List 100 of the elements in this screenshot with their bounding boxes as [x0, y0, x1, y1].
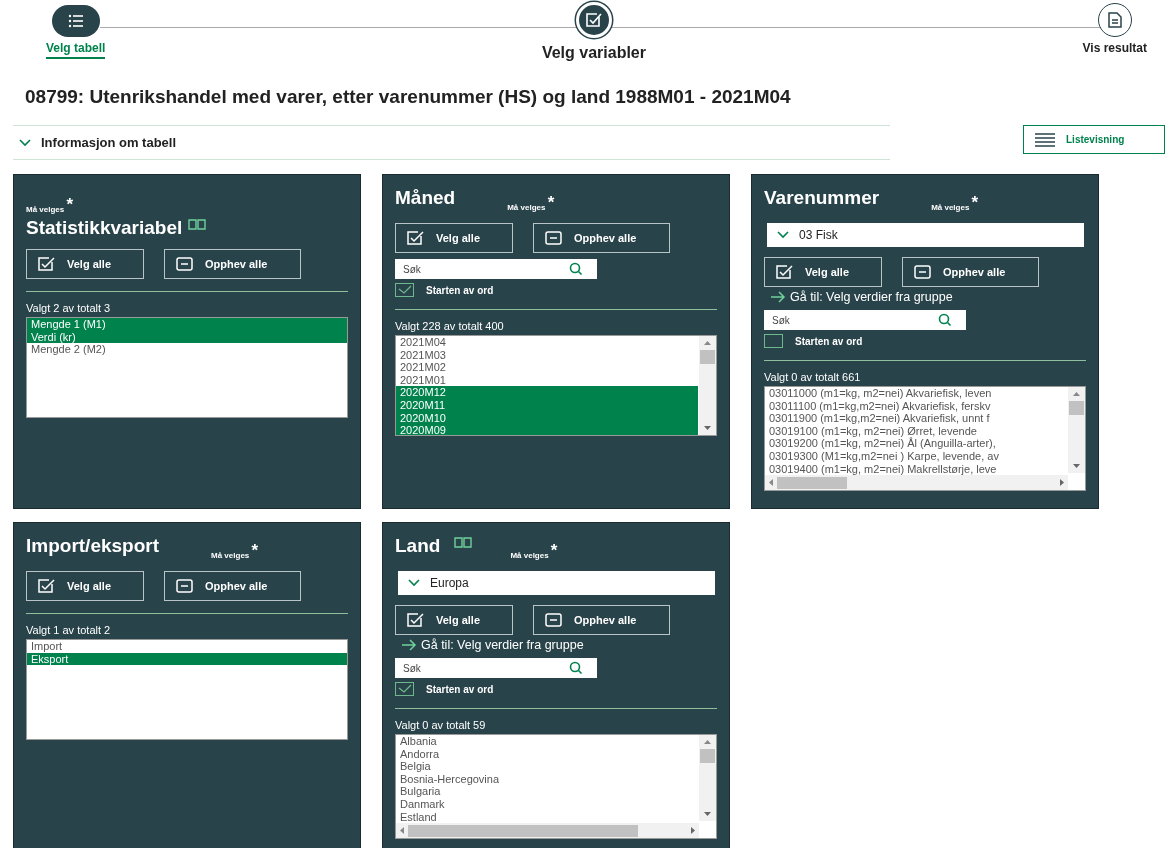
- chevron-icon: [408, 579, 420, 587]
- list-option[interactable]: 03019300 (M1=kg,m2=nei ) Karpe, levende, av: [765, 449, 1067, 463]
- scroll-thumb[interactable]: [777, 476, 847, 489]
- minus-box-icon: [913, 264, 933, 280]
- value-listbox[interactable]: Import Eksport: [26, 639, 348, 740]
- list-option[interactable]: 03019400 (m1=kg, m2=nei) Makrellstørje, leve: [765, 462, 1067, 476]
- minus-box-icon: [175, 256, 195, 272]
- list-option[interactable]: Bulgaria: [396, 785, 698, 798]
- list-option[interactable]: Eksport: [27, 652, 347, 666]
- list-icon[interactable]: [51, 5, 100, 37]
- step-label[interactable]: Vis resultat: [1082, 41, 1147, 55]
- goto-group-link[interactable]: Gå til: Velg verdier fra gruppe: [770, 290, 953, 304]
- chevron-icon: [19, 138, 31, 147]
- list-option[interactable]: Bosnia-Hercegovina: [396, 772, 698, 786]
- deselect-all-button[interactable]: Opphev alle: [533, 605, 670, 635]
- step-label[interactable]: Velg tabell: [46, 41, 106, 59]
- info-toggle[interactable]: Informasjon om tabell: [13, 125, 890, 160]
- book-icon[interactable]: [188, 219, 207, 231]
- list-option[interactable]: Mengde 2 (M2): [27, 343, 347, 356]
- scroll-right-icon[interactable]: [1060, 479, 1064, 486]
- horizontal-scrollbar[interactable]: [396, 823, 699, 838]
- list-option[interactable]: 2020M12: [396, 386, 698, 399]
- select-all-button[interactable]: Velg alle: [764, 257, 882, 287]
- deselect-all-button[interactable]: Opphev alle: [164, 571, 301, 601]
- checkbox[interactable]: [395, 283, 414, 297]
- menu-icon: [1034, 132, 1056, 147]
- group-dropdown[interactable]: 03 Fisk: [767, 223, 1084, 247]
- search-field[interactable]: Søk: [764, 310, 966, 330]
- scroll-left-icon[interactable]: [769, 479, 773, 486]
- checkbox[interactable]: [764, 334, 783, 348]
- minus-box-icon: [175, 578, 195, 594]
- arrow-icon: [401, 639, 417, 651]
- list-option[interactable]: Albania: [396, 735, 698, 748]
- panel-title: Land: [395, 535, 441, 557]
- search-field[interactable]: Søk: [395, 259, 597, 279]
- selection-count: Valgt 0 av totalt 59: [395, 719, 487, 731]
- scroll-thumb[interactable]: [700, 749, 715, 763]
- scroll-down-icon[interactable]: [1073, 464, 1080, 468]
- arrow-icon: [770, 291, 786, 303]
- list-option[interactable]: 03011900 (m1=kg,m2=nei) Akvariefisk, unnt f: [765, 412, 1067, 425]
- select-all-button[interactable]: Velg alle: [26, 571, 144, 601]
- list-option[interactable]: 03019100 (m1=kg, m2=nei) Ørret, levende: [765, 424, 1067, 438]
- checkbox-icon[interactable]: [575, 2, 612, 38]
- list-option[interactable]: 03011000 (m1=kg, m2=nei) Akvariefisk, leven: [765, 387, 1067, 400]
- value-listbox[interactable]: Mengde 1 (M1) Verdi (kr) Mengde 2 (M2): [26, 317, 348, 418]
- vertical-scrollbar[interactable]: [1068, 387, 1085, 473]
- list-option[interactable]: Estland: [396, 810, 698, 824]
- checkbox[interactable]: [395, 682, 414, 696]
- scroll-up-icon[interactable]: [704, 341, 711, 345]
- list-option[interactable]: Belgia: [396, 760, 698, 773]
- list-option[interactable]: Mengde 1 (M1): [27, 318, 347, 331]
- scroll-down-icon[interactable]: [704, 812, 711, 816]
- checkbox-label: Starten av ord: [426, 284, 494, 296]
- step-label[interactable]: Velg variabler: [541, 44, 646, 62]
- scroll-thumb[interactable]: [1069, 401, 1084, 415]
- value-listbox[interactable]: [764, 386, 1086, 491]
- deselect-all-button[interactable]: Opphev alle: [533, 223, 670, 253]
- list-option[interactable]: Andorra: [396, 747, 698, 761]
- deselect-all-button[interactable]: Opphev alle: [902, 257, 1039, 287]
- list-option[interactable]: 2021M04: [396, 336, 698, 349]
- scroll-up-icon[interactable]: [704, 740, 711, 744]
- scroll-up-icon[interactable]: [1073, 392, 1080, 396]
- list-option[interactable]: 03011100 (m1=kg,m2=nei) Akvariefisk, ferskv: [765, 399, 1067, 413]
- panel-title: Statistikkvariabel: [26, 217, 183, 239]
- book-icon[interactable]: [454, 537, 473, 549]
- scroll-left-icon[interactable]: [400, 827, 404, 834]
- value-listbox[interactable]: Albania Andorra Belgia Bosnia-Hercegovina Bulgaria Danmark Estland: [395, 734, 717, 839]
- scroll-down-icon[interactable]: [704, 426, 711, 430]
- select-all-button[interactable]: Velg alle: [395, 223, 513, 253]
- list-option[interactable]: 2020M09: [396, 424, 698, 435]
- group-dropdown[interactable]: Europa: [398, 571, 715, 595]
- checkbox-icon: [406, 612, 426, 628]
- selection-count: Valgt 0 av totalt 661: [764, 371, 862, 383]
- list-option[interactable]: 2021M03: [396, 348, 698, 362]
- checkbox-icon: [775, 264, 795, 280]
- select-all-button[interactable]: Velg alle: [395, 605, 513, 635]
- list-option[interactable]: Import: [27, 640, 347, 653]
- select-all-button[interactable]: Velg alle: [26, 249, 144, 279]
- vertical-scrollbar[interactable]: [699, 735, 716, 821]
- checkbox-label: Starten av ord: [795, 335, 863, 347]
- list-option[interactable]: Danmark: [396, 797, 698, 811]
- horizontal-scrollbar[interactable]: [765, 475, 1068, 490]
- vertical-scrollbar[interactable]: [699, 336, 716, 435]
- search-field[interactable]: Søk: [395, 658, 597, 678]
- list-view-button[interactable]: Listevisning: [1023, 125, 1165, 154]
- list-option[interactable]: 2021M02: [396, 361, 698, 374]
- scroll-thumb[interactable]: [408, 824, 638, 837]
- scroll-right-icon[interactable]: [691, 827, 695, 834]
- document-icon[interactable]: [1097, 3, 1132, 37]
- deselect-all-button[interactable]: Opphev alle: [164, 249, 301, 279]
- list-option[interactable]: 03019200 (m1=kg, m2=nei) Ål (Anguilla-arter),: [765, 437, 1067, 450]
- panel-title: Måned: [395, 187, 456, 209]
- selection-count: Valgt 228 av totalt 400: [395, 320, 505, 332]
- goto-group-link[interactable]: Gå til: Velg verdier fra gruppe: [401, 638, 584, 652]
- panel-title: Import/eksport: [26, 535, 160, 557]
- checkbox-icon: [37, 578, 57, 594]
- list-option[interactable]: 2021M01: [396, 373, 698, 387]
- scroll-thumb[interactable]: [700, 350, 715, 364]
- value-listbox[interactable]: 2021M04 2021M03 2021M02 2021M01 2020M12 2020M11 2020M10 2020M09: [395, 335, 717, 436]
- search-icon: [569, 262, 583, 276]
